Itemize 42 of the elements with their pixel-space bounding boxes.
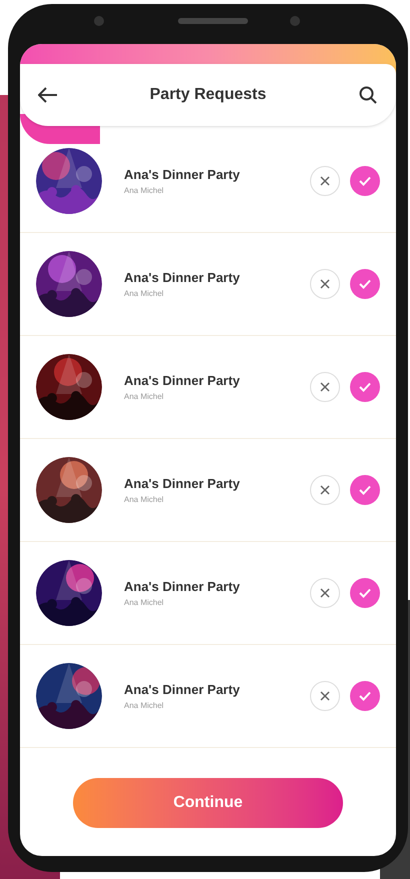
host-name: Ana Michel	[124, 288, 165, 300]
screen-title: Party Requests	[150, 85, 266, 105]
accept-button[interactable]	[350, 681, 380, 711]
host-name: Ana Michel	[124, 700, 165, 712]
party-title: Ana's Dinner Party	[124, 475, 241, 494]
party-title: Ana's Dinner Party	[124, 578, 241, 596]
check-icon	[359, 176, 371, 186]
close-icon	[320, 691, 330, 701]
accept-button[interactable]	[350, 269, 380, 299]
decline-button[interactable]	[310, 681, 340, 711]
continue-button[interactable]: Continue	[73, 778, 343, 828]
speaker-grille	[178, 18, 248, 24]
close-icon	[320, 382, 330, 392]
decline-button[interactable]	[310, 269, 340, 299]
host-name: Ana Michel	[124, 494, 165, 506]
host-name: Ana Michel	[124, 184, 165, 197]
decline-button[interactable]	[310, 475, 340, 505]
check-icon	[359, 691, 371, 701]
check-icon	[359, 485, 371, 495]
party-title: Ana's Dinner Party	[124, 372, 241, 390]
close-icon	[320, 279, 330, 289]
check-icon	[359, 588, 371, 598]
accept-button[interactable]	[350, 166, 380, 196]
close-icon	[320, 485, 330, 495]
decline-button[interactable]	[310, 578, 340, 608]
decline-button[interactable]	[310, 372, 340, 402]
accept-button[interactable]	[350, 578, 380, 608]
accept-button[interactable]	[350, 372, 380, 402]
search-icon	[359, 86, 377, 104]
close-icon	[320, 176, 330, 186]
accept-button[interactable]	[350, 475, 380, 505]
host-name: Ana Michel	[124, 596, 165, 609]
back-arrow-icon	[38, 87, 58, 103]
party-title: Ana's Dinner Party	[124, 269, 241, 288]
host-name: Ana Michel	[124, 390, 165, 403]
close-icon	[320, 588, 330, 598]
party-title: Ana's Dinner Party	[124, 166, 241, 184]
party-title: Ana's Dinner Party	[124, 681, 241, 700]
check-icon	[359, 382, 371, 392]
check-icon	[359, 279, 371, 289]
decline-button[interactable]	[310, 166, 340, 196]
camera-lens	[94, 16, 104, 26]
